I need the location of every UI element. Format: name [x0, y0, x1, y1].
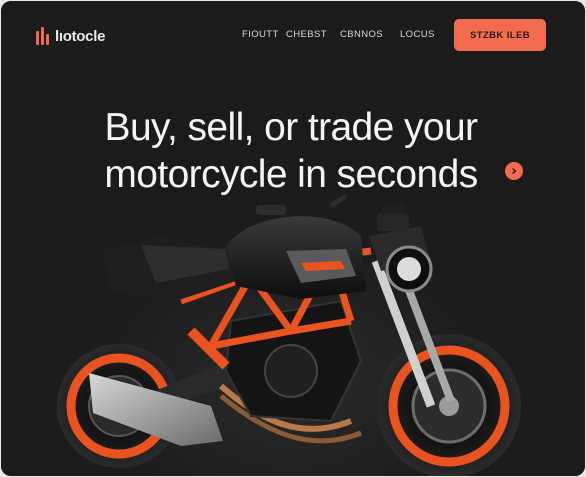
cta-button[interactable]: STZBK ILEB [454, 19, 546, 51]
nav-item-3[interactable]: CBNNOS [340, 29, 383, 40]
hero-headline: Buy, sell, or trade your motorcycle in s… [41, 104, 541, 198]
motorcycle-image [46, 193, 521, 476]
headline-line-1: Buy, sell, or trade your [104, 106, 478, 149]
nav-item-1[interactable]: FIOUTT [242, 29, 279, 40]
front-wheel [377, 334, 521, 476]
bars-logo-icon [36, 27, 50, 45]
hero-arrow-button[interactable] [505, 162, 523, 180]
nav-item-4[interactable]: LOCUS [400, 29, 435, 40]
landing-page: lıotocle FIOUTT CHEBST CBNNOS LOCUS STZB… [1, 1, 585, 476]
headline-line-2: motorcycle in seconds [104, 153, 478, 196]
brand-logo[interactable]: lıotocle [36, 25, 105, 47]
nav-item-2[interactable]: CHEBST [286, 29, 327, 40]
arrow-right-icon [512, 167, 517, 175]
brand-name: lıotocle [55, 27, 106, 45]
